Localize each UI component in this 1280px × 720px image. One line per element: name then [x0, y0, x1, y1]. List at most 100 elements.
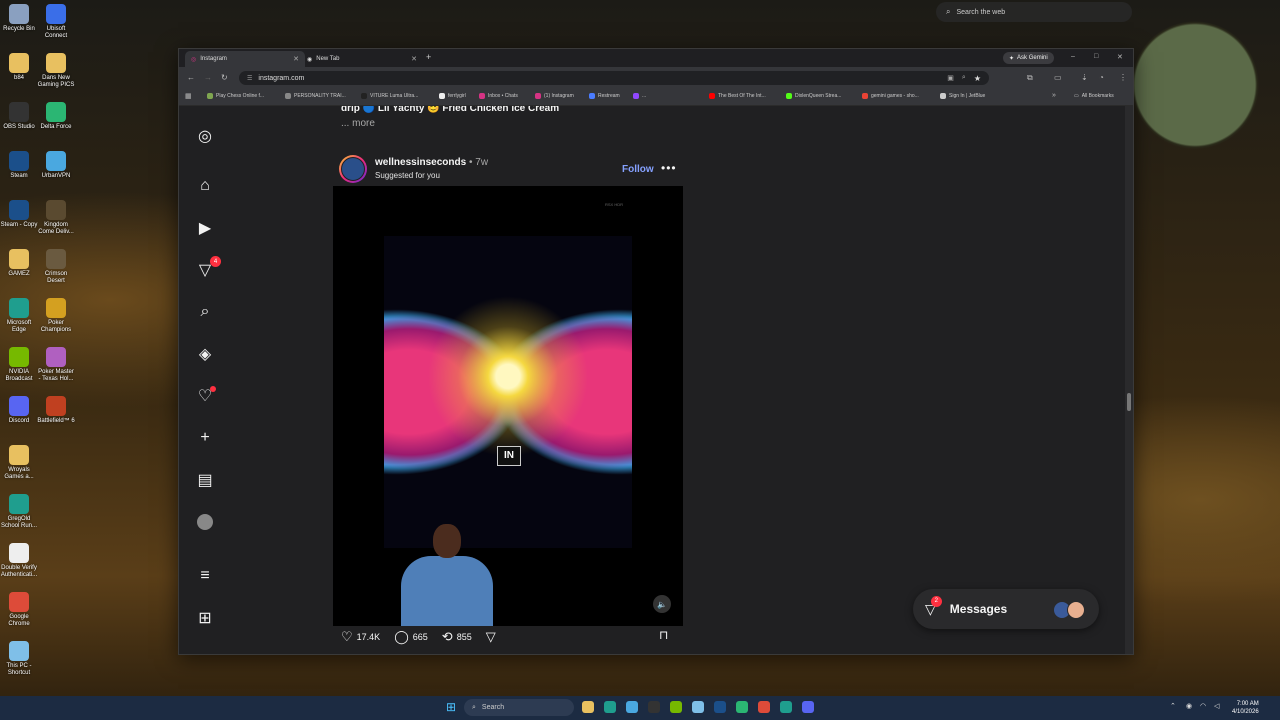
- desktop-icon[interactable]: Poker Champions: [37, 298, 75, 334]
- bookmark-item[interactable]: Restream: [589, 93, 620, 99]
- desktop-icon[interactable]: b84: [0, 53, 38, 82]
- extensions-icon[interactable]: ⧉: [1027, 73, 1033, 83]
- desktop-icon[interactable]: Steam: [0, 151, 38, 180]
- messages-nav-icon[interactable]: ▽ 4: [195, 256, 221, 280]
- taskbar-app-icon[interactable]: [692, 701, 704, 713]
- bookmark-item[interactable]: gemini games - sho...: [862, 93, 919, 99]
- caption-more-link[interactable]: ... more: [341, 118, 375, 129]
- repost-action[interactable]: ⟲ 855: [442, 629, 472, 645]
- messages-button[interactable]: ▽ 2 Messages: [913, 589, 1099, 629]
- desktop-icon[interactable]: GAMEZ: [0, 249, 38, 278]
- desktop-icon[interactable]: Ubisoft Connect: [37, 4, 75, 40]
- notifications-heart-icon[interactable]: ♡: [195, 386, 216, 406]
- explore-icon[interactable]: ◈: [195, 344, 215, 364]
- all-bookmarks[interactable]: ▭ All Bookmarks: [1074, 93, 1114, 99]
- sidepanel-icon[interactable]: ▭: [1054, 73, 1062, 82]
- minimize-icon[interactable]: –: [1071, 53, 1075, 60]
- close-window-icon[interactable]: ✕: [1117, 53, 1123, 61]
- comment-action[interactable]: ◯ 665: [394, 629, 428, 645]
- menu-icon[interactable]: ⋮: [1119, 73, 1127, 82]
- web-search-bar[interactable]: ⌕ Search the web: [936, 2, 1132, 22]
- home-icon[interactable]: ⌂: [195, 176, 215, 196]
- desktop-icon[interactable]: Google Chrome: [0, 592, 38, 628]
- tab-new-tab[interactable]: ◉ New Tab ✕: [301, 51, 423, 67]
- bookmark-item[interactable]: ferrlygirl: [439, 93, 466, 99]
- maximize-icon[interactable]: □: [1094, 53, 1098, 60]
- profile-icon[interactable]: ◔: [1099, 73, 1104, 82]
- taskbar-app-icon[interactable]: [604, 701, 616, 713]
- create-plus-icon[interactable]: +: [195, 428, 215, 448]
- like-action[interactable]: ♡ 17.4K: [341, 629, 380, 645]
- desktop-icon[interactable]: Wroyals Games a...: [0, 445, 38, 481]
- desktop-icon[interactable]: GregOld School Run...: [0, 494, 38, 530]
- profile-avatar-icon[interactable]: [195, 512, 215, 532]
- network-icon[interactable]: ◉: [1186, 702, 1192, 710]
- forward-icon[interactable]: →: [204, 73, 212, 82]
- desktop-icon[interactable]: Delta Force: [37, 102, 75, 131]
- new-tab-plus-icon[interactable]: +: [426, 52, 431, 62]
- taskbar-app-icon[interactable]: [648, 701, 660, 713]
- desktop-icon[interactable]: OBS Studio: [0, 102, 38, 131]
- tab-instagram[interactable]: ◎ Instagram ✕: [185, 51, 305, 67]
- desktop-icon[interactable]: Crimson Desert: [37, 249, 75, 285]
- desktop-icon[interactable]: Dans New Gaming PICS: [37, 53, 75, 89]
- desktop-icon[interactable]: Kingdom Come Deliv...: [37, 200, 75, 236]
- downloads-icon[interactable]: ⇣: [1081, 73, 1088, 82]
- follow-button[interactable]: Follow: [622, 164, 654, 175]
- bookmark-item[interactable]: Sign In | JetBlue: [940, 93, 985, 99]
- taskbar-search[interactable]: ⌕ Search: [464, 699, 574, 716]
- bookmark-item[interactable]: The Best Of The Int...: [709, 93, 766, 99]
- desktop-icon[interactable]: Microsoft Edge: [0, 298, 38, 334]
- post-options-icon[interactable]: •••: [661, 161, 677, 175]
- close-tab-icon[interactable]: ✕: [411, 55, 417, 63]
- share-action[interactable]: ▽: [486, 629, 500, 645]
- reels-icon[interactable]: ▶: [195, 218, 215, 238]
- tray-chevron-icon[interactable]: ⌃: [1170, 702, 1176, 710]
- dashboard-icon[interactable]: ▤: [195, 470, 215, 490]
- taskbar-app-icon[interactable]: [670, 701, 682, 713]
- save-post-icon[interactable]: ⊓: [659, 628, 668, 642]
- desktop-icon[interactable]: Double Verify Authenticati...: [0, 543, 38, 579]
- bookmarks-overflow-icon[interactable]: »: [1052, 92, 1056, 99]
- taskbar-clock[interactable]: 7:00 AM 4/10/2026: [1232, 700, 1259, 716]
- bookmark-item[interactable]: PERSONALITY TRAI...: [285, 93, 346, 99]
- desktop-icon[interactable]: Steam - Copy: [0, 200, 38, 229]
- taskbar-app-icon[interactable]: [582, 701, 594, 713]
- mute-toggle-icon[interactable]: 🔈: [653, 595, 671, 613]
- bookmark-item[interactable]: DixlenQueen Strea...: [786, 93, 841, 99]
- back-icon[interactable]: ←: [187, 73, 195, 82]
- wifi-icon[interactable]: ◠: [1200, 702, 1206, 710]
- page-scrollbar[interactable]: [1125, 106, 1133, 654]
- bookmark-item[interactable]: ...: [633, 93, 646, 99]
- zoom-icon[interactable]: ⌕: [962, 74, 966, 82]
- taskbar-app-icon[interactable]: [714, 701, 726, 713]
- desktop-icon[interactable]: This PC - Shortcut: [0, 641, 38, 677]
- windows-start-icon[interactable]: ⊞: [446, 701, 458, 713]
- install-icon[interactable]: ▣: [947, 74, 954, 82]
- taskbar-app-icon[interactable]: [626, 701, 638, 713]
- post-username[interactable]: wellnessinseconds: [375, 157, 466, 168]
- taskbar-app-icon[interactable]: [736, 701, 748, 713]
- more-menu-icon[interactable]: ≡: [195, 566, 215, 586]
- site-info-icon[interactable]: ☰: [247, 75, 252, 82]
- reload-icon[interactable]: ↻: [221, 73, 228, 82]
- post-avatar[interactable]: [339, 155, 367, 183]
- post-video[interactable]: RSX HDR IN 🔈: [333, 186, 683, 626]
- close-tab-icon[interactable]: ✕: [293, 55, 299, 63]
- also-from-meta-icon[interactable]: ⊞: [195, 608, 215, 628]
- desktop-icon[interactable]: NVIDIA Broadcast: [0, 347, 38, 383]
- bookmark-item[interactable]: Play Chess Online f...: [207, 93, 264, 99]
- taskbar-app-icon[interactable]: [780, 701, 792, 713]
- taskbar-app-icon[interactable]: [758, 701, 770, 713]
- bookmark-star-icon[interactable]: ★: [974, 74, 981, 83]
- bookmark-item[interactable]: Inbox • Chats: [479, 93, 518, 99]
- instagram-logo-icon[interactable]: ◎: [195, 126, 215, 146]
- volume-icon[interactable]: ◁: [1214, 702, 1219, 710]
- desktop-icon[interactable]: Recycle Bin: [0, 4, 38, 33]
- desktop-icon[interactable]: Discord: [0, 396, 38, 425]
- apps-grid-icon[interactable]: ▦: [185, 92, 192, 100]
- desktop-icon[interactable]: Battlefield™ 6: [37, 396, 75, 425]
- ask-gemini-button[interactable]: ✦ Ask Gemini: [1003, 52, 1054, 64]
- desktop-icon[interactable]: UrbanVPN: [37, 151, 75, 180]
- desktop-icon[interactable]: Poker Master - Texas Hol...: [37, 347, 75, 383]
